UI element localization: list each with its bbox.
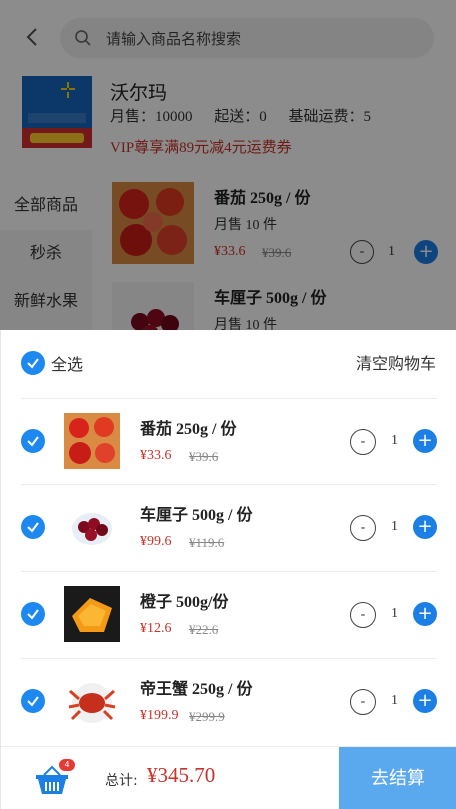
clear-cart-button[interactable]: 清空购物车 [356,350,436,374]
increase-quantity-button[interactable]: + [413,429,437,453]
cart-item-old-price: ¥299.9 [189,709,225,724]
cart-item-price: ¥99.6 [140,534,172,549]
checkbox-checked-icon[interactable] [21,602,45,626]
increase-quantity-button[interactable]: + [413,515,437,539]
quantity-value: 1 [391,693,398,708]
cart-item: 橙子 500g/份 ¥12.6 ¥22.6 - 1 + [21,571,437,657]
cart-panel: 全选 清空购物车 番茄 250g / 份 ¥33.6 ¥39.6 - 1 + 车… [0,330,456,809]
modal-overlay[interactable] [0,0,456,330]
total-value: ¥345.70 [147,763,216,787]
decrease-quantity-button[interactable]: - [350,689,376,715]
quantity-value: 1 [391,519,398,534]
cart-item-title: 番茄 250g / 份 [140,421,237,438]
cart-item-price: ¥12.6 [140,621,172,636]
checkbox-checked-icon[interactable] [21,351,45,375]
decrease-quantity-button[interactable]: - [350,602,376,628]
cart-item-old-price: ¥39.6 [189,449,219,464]
increase-quantity-button[interactable]: + [413,602,437,626]
cart-item: 帝王蟹 250g / 份 ¥199.9 ¥299.9 - 1 + [21,658,437,744]
quantity-value: 1 [391,433,398,448]
select-all-label: 全选 [51,355,84,374]
quantity-value: 1 [391,606,398,621]
cart-item-title: 帝王蟹 250g / 份 [140,681,253,698]
cherry-image [64,499,120,555]
cart-item-title: 橙子 500g/份 [140,594,229,611]
cart-footer: 4 总计: ¥345.70 去结算 [1,746,456,809]
cart-item-old-price: ¥119.6 [189,535,225,550]
crab-image [64,673,120,729]
total-label: 总计: [105,773,138,789]
cart-count-badge: 4 [59,759,75,771]
cart-item-price: ¥199.9 [140,708,179,723]
checkout-button[interactable]: 去结算 [339,747,456,809]
checkbox-checked-icon[interactable] [21,429,45,453]
cart-item: 番茄 250g / 份 ¥33.6 ¥39.6 - 1 + [21,398,437,484]
cart-item-old-price: ¥22.6 [189,622,219,637]
decrease-quantity-button[interactable]: - [350,515,376,541]
increase-quantity-button[interactable]: + [413,689,437,713]
select-all-toggle[interactable]: 全选 [21,350,83,376]
checkbox-checked-icon[interactable] [21,515,45,539]
tomato-image [64,413,120,469]
checkbox-checked-icon[interactable] [21,689,45,713]
cart-item-price: ¥33.6 [140,448,172,463]
decrease-quantity-button[interactable]: - [350,429,376,455]
cart-item-title: 车厘子 500g / 份 [140,507,253,524]
orange-image [64,586,120,642]
cart-item: 车厘子 500g / 份 ¥99.6 ¥119.6 - 1 + [21,484,437,570]
